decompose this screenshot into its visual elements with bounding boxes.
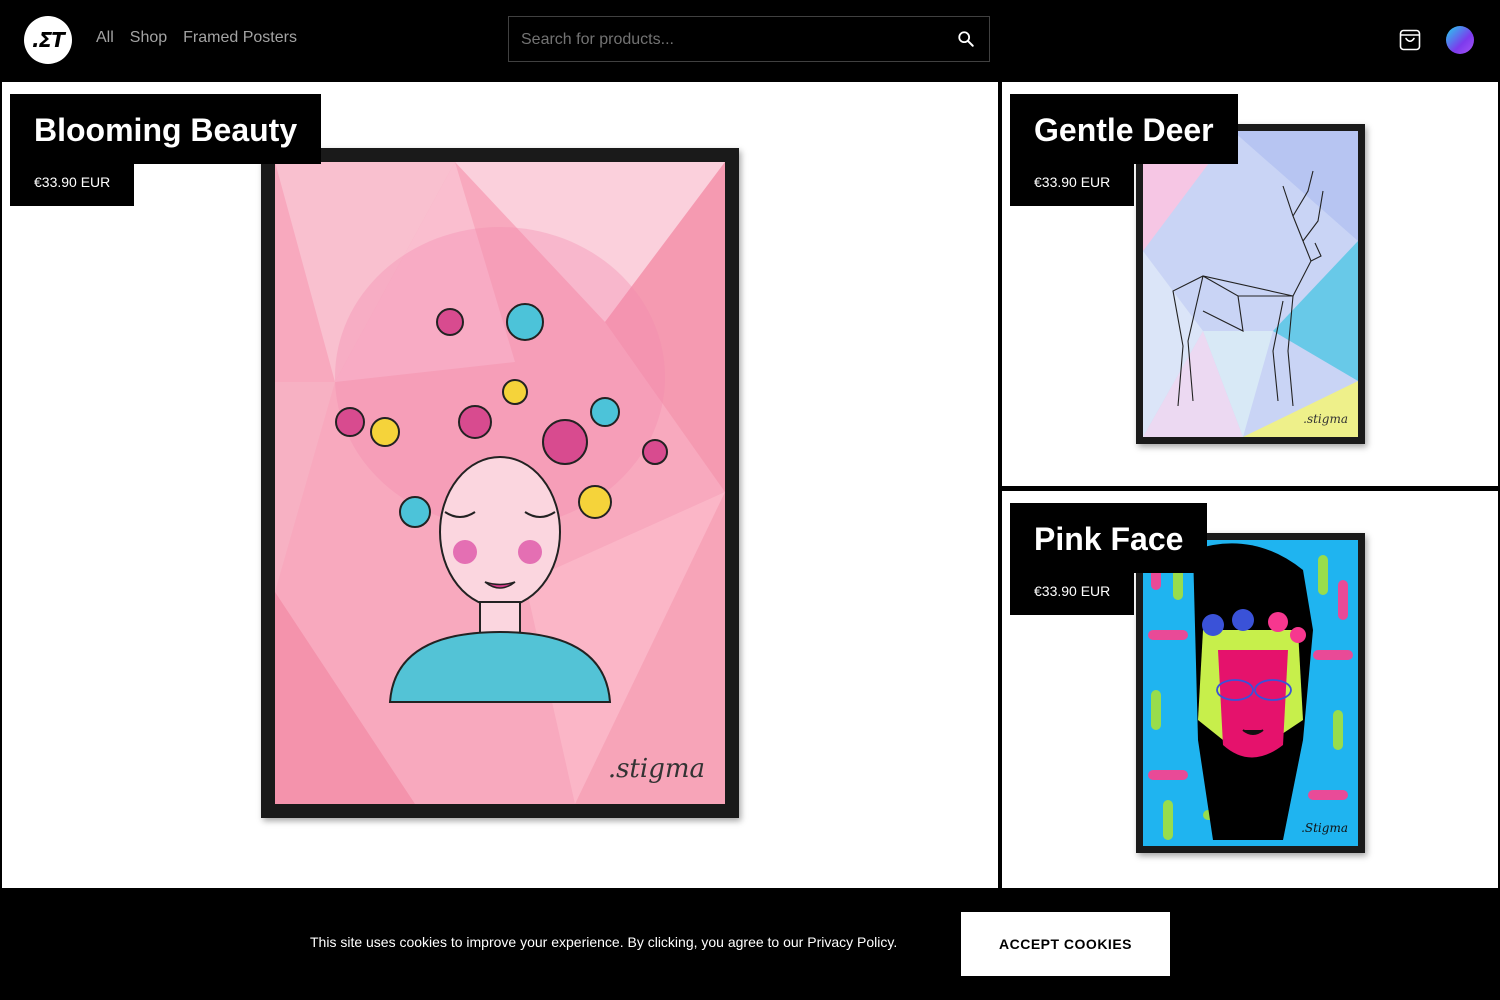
- artist-signature: .stigma: [1303, 412, 1348, 426]
- product-card-gentle-deer[interactable]: Gentle Deer €33.90 EUR .stigma: [1002, 82, 1498, 486]
- artist-signature: .stigma: [608, 754, 705, 784]
- accept-cookies-button[interactable]: ACCEPT COOKIES: [961, 912, 1170, 976]
- top-header: .ΣT All Shop Framed Posters: [0, 0, 1500, 80]
- shopping-bag-icon[interactable]: [1396, 26, 1424, 54]
- store-logo[interactable]: .ΣT: [24, 16, 72, 64]
- product-label: Gentle Deer €33.90 EUR: [1010, 94, 1238, 206]
- cookie-message: This site uses cookies to improve your e…: [310, 934, 898, 950]
- product-label: Pink Face €33.90 EUR: [1010, 503, 1208, 615]
- blooming-beauty-artwork: .stigma: [275, 162, 725, 804]
- product-price: €33.90 EUR: [1010, 573, 1135, 615]
- product-price: €33.90 EUR: [1010, 164, 1135, 206]
- product-card-blooming-beauty[interactable]: Blooming Beauty €33.90 EUR .stigma: [2, 82, 998, 888]
- artist-signature: .Stigma: [1301, 821, 1348, 835]
- user-avatar[interactable]: [1446, 26, 1474, 54]
- product-label: Blooming Beauty €33.90 EUR: [10, 94, 322, 206]
- cookie-banner: This site uses cookies to improve your e…: [0, 888, 1500, 1000]
- search-input[interactable]: [509, 17, 943, 63]
- main-nav: All Shop Framed Posters: [96, 29, 297, 47]
- product-title: Gentle Deer: [1010, 94, 1238, 164]
- product-title: Pink Face: [1010, 503, 1208, 573]
- product-title: Blooming Beauty: [10, 94, 322, 164]
- product-price: €33.90 EUR: [10, 164, 135, 206]
- nav-link-framed-posters[interactable]: Framed Posters: [183, 29, 297, 47]
- product-card-pink-face[interactable]: Pink Face €33.90 EUR .Stigma: [1002, 491, 1498, 888]
- search-icon[interactable]: [957, 30, 975, 48]
- nav-link-all[interactable]: All: [96, 29, 114, 47]
- nav-link-shop[interactable]: Shop: [130, 29, 167, 47]
- product-image: .stigma: [261, 148, 739, 818]
- search-box: [508, 16, 990, 63]
